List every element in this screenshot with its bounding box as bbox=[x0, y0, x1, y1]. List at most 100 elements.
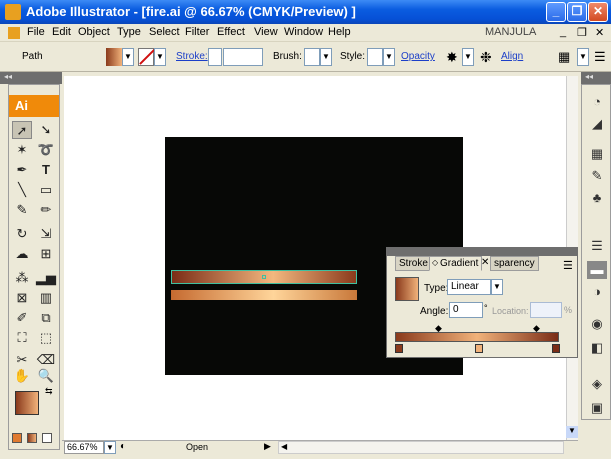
menu-select[interactable]: Select bbox=[149, 26, 180, 38]
style-dropdown[interactable]: ▼ bbox=[383, 48, 395, 66]
stroke-stepper[interactable] bbox=[208, 48, 222, 66]
zoom-dropdown[interactable]: ▼ bbox=[104, 441, 116, 454]
angle-input[interactable]: 0 bbox=[449, 302, 483, 318]
gradient-bar[interactable] bbox=[171, 290, 357, 300]
pencil-tool-icon[interactable]: ✏ bbox=[36, 201, 56, 219]
gradient-slider[interactable] bbox=[395, 332, 559, 342]
doc-minimize-button[interactable]: _ bbox=[560, 26, 566, 38]
dock-header[interactable]: ◂◂ bbox=[581, 72, 611, 84]
line-tool-icon[interactable]: ╲ bbox=[12, 181, 32, 199]
doc-restore-button[interactable]: ❐ bbox=[577, 26, 587, 39]
minimize-button[interactable]: _ bbox=[546, 2, 566, 22]
recolor-dropdown[interactable]: ▼ bbox=[462, 48, 474, 66]
isolate-icon[interactable]: ❉ bbox=[480, 49, 492, 66]
rotate-tool-icon[interactable]: ↻ bbox=[12, 225, 32, 243]
color-mode-icon[interactable] bbox=[12, 433, 22, 443]
stroke-weight-input[interactable] bbox=[223, 48, 263, 66]
fill-swatch[interactable] bbox=[106, 48, 122, 66]
align-link[interactable]: Align bbox=[501, 51, 523, 62]
hand-tool-icon[interactable]: ✋ bbox=[12, 367, 32, 385]
color-stop-middle[interactable] bbox=[475, 344, 483, 353]
stroke-swatch[interactable] bbox=[138, 48, 155, 66]
menu-filter[interactable]: Filter bbox=[185, 26, 209, 38]
stroke-dropdown[interactable]: ▼ bbox=[154, 48, 166, 66]
free-transform-tool-icon[interactable]: ⊞ bbox=[36, 245, 56, 263]
tab-stroke[interactable]: Stroke bbox=[395, 256, 432, 271]
center-point bbox=[262, 275, 266, 279]
rectangle-tool-icon[interactable]: ▭ bbox=[36, 181, 56, 199]
menu-object[interactable]: Object bbox=[78, 26, 110, 38]
horizontal-scrollbar[interactable]: ◀ bbox=[278, 441, 564, 454]
stroke-panel-icon[interactable]: ☰ bbox=[587, 237, 607, 255]
layers-panel-icon[interactable]: ◈ bbox=[587, 375, 607, 393]
style-swatch[interactable] bbox=[367, 48, 383, 66]
window-title: Adobe Illustrator - [fire.ai @ 66.67% (C… bbox=[26, 4, 356, 19]
color-stop-left[interactable] bbox=[395, 344, 403, 353]
graph-tool-icon[interactable]: ▂▅ bbox=[36, 269, 56, 287]
brushes-panel-icon[interactable]: ✎ bbox=[587, 167, 607, 185]
type-tool-icon[interactable]: T bbox=[36, 161, 56, 179]
tab-transparency[interactable]: sparency bbox=[490, 256, 539, 271]
recolor-icon[interactable]: ✸ bbox=[446, 49, 458, 66]
live-paint-tool-icon[interactable]: ⛶ bbox=[12, 329, 32, 347]
symbols-panel-icon[interactable]: ♣ bbox=[587, 189, 607, 207]
none-mode-icon[interactable] bbox=[42, 433, 52, 443]
gradient-panel-icon[interactable]: ▬ bbox=[587, 261, 607, 279]
artboards-panel-icon[interactable]: ▣ bbox=[587, 399, 607, 417]
zoom-tool-icon[interactable]: 🔍 bbox=[36, 367, 56, 385]
symbol-sprayer-tool-icon[interactable]: ⁂ bbox=[12, 269, 32, 287]
menu-edit[interactable]: Edit bbox=[52, 26, 71, 38]
magic-wand-tool-icon[interactable]: ✶ bbox=[12, 141, 32, 159]
doc-close-button[interactable]: ✕ bbox=[595, 26, 604, 39]
menu-window[interactable]: Window bbox=[284, 26, 323, 38]
gradient-mode-icon[interactable] bbox=[27, 433, 37, 443]
warp-tool-icon[interactable]: ☁ bbox=[12, 245, 32, 263]
transparency-panel-icon[interactable]: ◑ bbox=[587, 283, 607, 301]
color-stop-right[interactable] bbox=[552, 344, 560, 353]
fill-dropdown[interactable]: ▼ bbox=[122, 48, 134, 66]
appearance-panel-icon[interactable]: ◉ bbox=[587, 315, 607, 333]
close-button[interactable]: ✕ bbox=[588, 2, 608, 22]
swatches-panel-icon[interactable]: ▦ bbox=[587, 145, 607, 163]
scroll-down-button[interactable]: ▼ bbox=[566, 426, 578, 438]
scale-tool-icon[interactable]: ⇲ bbox=[36, 225, 56, 243]
mesh-tool-icon[interactable]: ⊠ bbox=[12, 289, 32, 307]
type-select[interactable]: Linear bbox=[447, 279, 491, 295]
paintbrush-tool-icon[interactable]: ✎ bbox=[12, 201, 32, 219]
panel-options-icon[interactable]: ☰ bbox=[563, 259, 573, 272]
gradient-panel-header[interactable] bbox=[387, 248, 577, 256]
restore-button[interactable]: ❐ bbox=[567, 2, 587, 22]
zoom-input[interactable]: 66.67% bbox=[64, 441, 104, 454]
blend-tool-icon[interactable]: ⧉ bbox=[36, 309, 56, 327]
fill-color-box[interactable] bbox=[15, 391, 39, 415]
pen-tool-icon[interactable]: ✒ bbox=[12, 161, 32, 179]
opacity-link[interactable]: Opacity bbox=[401, 51, 435, 62]
brush-swatch[interactable] bbox=[304, 48, 320, 66]
status-icon[interactable]: ◐ bbox=[120, 441, 126, 452]
tab-close-icon[interactable]: ✕ bbox=[481, 257, 489, 268]
type-dropdown[interactable]: ▼ bbox=[491, 279, 503, 295]
menu-view[interactable]: View bbox=[254, 26, 278, 38]
eyedropper-tool-icon[interactable]: ✐ bbox=[12, 309, 32, 327]
selection-tool-icon[interactable]: ➚ bbox=[12, 121, 32, 139]
lasso-tool-icon[interactable]: ➰ bbox=[36, 141, 56, 159]
gradient-preview-swatch[interactable] bbox=[395, 277, 419, 301]
graphic-styles-icon[interactable]: ◧ bbox=[587, 339, 607, 357]
stroke-label[interactable]: Stroke: bbox=[176, 51, 208, 62]
menu-file[interactable]: File bbox=[27, 26, 45, 38]
menu-type[interactable]: Type bbox=[117, 26, 141, 38]
direct-selection-tool-icon[interactable]: ➘ bbox=[36, 121, 56, 139]
menu-help[interactable]: Help bbox=[328, 26, 351, 38]
panel-menu-icon[interactable]: ☰ bbox=[594, 49, 606, 65]
toolbox-header[interactable]: ◂◂ bbox=[0, 72, 62, 84]
gradient-tool-icon[interactable]: ▥ bbox=[36, 289, 56, 307]
live-paint-selection-tool-icon[interactable]: ⬚ bbox=[36, 329, 56, 347]
menu-effect[interactable]: Effect bbox=[217, 26, 245, 38]
workspace-dropdown[interactable]: ▼ bbox=[577, 48, 589, 66]
workspace-icon[interactable]: ▦ bbox=[558, 49, 570, 65]
color-guide-icon[interactable]: ◢ bbox=[587, 115, 607, 133]
brush-dropdown[interactable]: ▼ bbox=[320, 48, 332, 66]
color-panel-icon[interactable]: ◔ bbox=[587, 93, 607, 111]
swap-colors-icon[interactable]: ⇆ bbox=[45, 386, 53, 397]
status-menu-arrow[interactable]: ▶ bbox=[264, 441, 271, 452]
